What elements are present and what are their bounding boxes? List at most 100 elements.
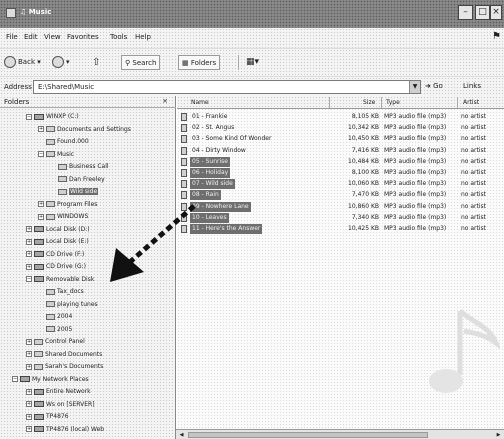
tree-item-label: TP4876 (local) Web: [46, 425, 105, 433]
expand-icon[interactable]: +: [26, 251, 32, 257]
expand-icon[interactable]: +: [26, 413, 32, 420]
tree-item[interactable]: 2005: [38, 325, 72, 335]
tree-item[interactable]: + WINDOWS: [38, 212, 88, 222]
file-artist: no artist: [461, 157, 487, 165]
tree-item[interactable]: + Entire Network: [26, 387, 91, 397]
collapse-icon[interactable]: −: [12, 376, 18, 382]
expand-icon[interactable]: +: [38, 213, 44, 220]
tree-item[interactable]: − Music: [38, 150, 74, 160]
file-name: 03 - Some Kind Of Wonder: [192, 135, 272, 143]
scrollbar-thumb[interactable]: [188, 432, 428, 438]
tree-item[interactable]: + Program Files: [38, 200, 97, 210]
file-row[interactable]: 09 - Nowhere Lane 10,860 KB MP3 audio file…: [177, 201, 504, 212]
tree-item[interactable]: playing tunes: [38, 300, 98, 310]
expand-icon[interactable]: +: [26, 338, 32, 345]
column-separator[interactable]: [329, 97, 330, 108]
file-row[interactable]: 01 - Frankie 8,105 KB MP3 audio file (mp3)…: [177, 112, 504, 122]
views-button[interactable]: ▦▾: [246, 55, 259, 70]
expand-icon[interactable]: +: [26, 351, 32, 357]
file-type: MP3 audio file (mp3): [384, 135, 447, 143]
folder-icon: [46, 201, 55, 207]
tree-item[interactable]: Found.000: [38, 137, 89, 147]
address-bar: Address E:\Shared\Music ▼ ➜ Go Links: [0, 76, 504, 96]
horizontal-scrollbar[interactable]: ◀ ▶: [176, 429, 504, 439]
forward-button[interactable]: ▾: [52, 55, 70, 70]
file-size: 8,105 KB: [351, 113, 379, 120]
tree-item[interactable]: + Sarah's Documents: [26, 362, 103, 372]
folder-icon: [34, 351, 43, 357]
address-input[interactable]: E:\Shared\Music ▼: [33, 80, 421, 94]
file-row[interactable]: 07 - Wild side 10,060 KB MP3 audio file (m…: [177, 179, 504, 190]
expand-icon[interactable]: +: [38, 201, 44, 207]
scroll-left-icon[interactable]: ◀: [177, 431, 186, 439]
column-name[interactable]: Name: [191, 99, 209, 106]
title-bar: ♫ Music – □ ×: [0, 0, 504, 28]
collapse-icon[interactable]: −: [26, 113, 32, 120]
file-row[interactable]: 05 - Sunrise 10,484 KB MP3 audio file (mp3…: [177, 156, 504, 167]
expand-icon[interactable]: +: [26, 426, 32, 432]
tree-item[interactable]: Tax_docs: [38, 287, 84, 297]
drive-icon: [34, 276, 44, 282]
file-row[interactable]: 08 - Rain 7,470 KB MP3 audio file (mp3) no …: [177, 190, 504, 201]
tree-item[interactable]: + Local Disk (D:): [26, 225, 90, 235]
expand-icon[interactable]: +: [26, 263, 32, 270]
tree-item[interactable]: + Ws on [SERVER]: [26, 400, 95, 410]
expand-icon[interactable]: +: [26, 388, 32, 395]
tree-item-label: Program Files: [57, 200, 98, 208]
tree-item[interactable]: − WINXP (C:): [26, 112, 79, 122]
tree-item[interactable]: + CD Drive (F:): [26, 250, 84, 260]
column-artist[interactable]: Artist: [463, 99, 479, 106]
expand-icon[interactable]: +: [26, 363, 32, 370]
column-type[interactable]: Type: [386, 99, 400, 106]
menu-edit[interactable]: Edit: [24, 33, 38, 41]
tree-item[interactable]: Dan Freeley: [50, 175, 105, 185]
menu-view[interactable]: View: [44, 33, 61, 41]
collapse-icon[interactable]: −: [26, 276, 32, 282]
tree-item[interactable]: + TP4876: [26, 412, 69, 422]
folders-button[interactable]: ▦ Folders: [178, 55, 221, 70]
folder-icon: [46, 126, 55, 132]
menu-favorites[interactable]: Favorites: [67, 33, 99, 41]
file-row[interactable]: 02 - St. Angus 10,342 KB MP3 audio file (m…: [177, 123, 504, 133]
back-button[interactable]: Back ▾: [4, 55, 41, 70]
tree-item[interactable]: + Local Disk (E:): [26, 237, 89, 247]
tree-item[interactable]: + Control Panel: [26, 337, 85, 347]
menu-file[interactable]: File: [6, 33, 18, 41]
tree-item[interactable]: + CD Drive (G:): [26, 262, 86, 272]
minimize-button[interactable]: –: [458, 5, 473, 20]
tree-item[interactable]: − My Network Places: [12, 375, 89, 385]
collapse-icon[interactable]: −: [38, 151, 44, 157]
menu-help[interactable]: Help: [135, 33, 151, 41]
file-row[interactable]: 06 - Holiday 8,100 KB MP3 audio file (mp3)…: [177, 168, 504, 178]
expand-icon[interactable]: +: [38, 126, 44, 132]
tree-item[interactable]: 2004: [38, 312, 72, 322]
links-button[interactable]: Links: [463, 82, 481, 90]
file-row[interactable]: 04 - Dirty Window 7,416 KB MP3 audio file …: [177, 146, 504, 156]
tree-item[interactable]: + Shared Documents: [26, 350, 102, 360]
file-row[interactable]: 10 - Leaves 7,340 KB MP3 audio file (mp3) n…: [177, 212, 504, 223]
tree-item[interactable]: Wild side: [50, 187, 99, 197]
close-pane-icon[interactable]: ×: [162, 97, 168, 105]
expand-icon[interactable]: +: [26, 401, 32, 407]
column-separator[interactable]: [381, 97, 382, 108]
tree-item[interactable]: + Documents and Settings: [38, 125, 131, 135]
column-separator[interactable]: [457, 97, 458, 108]
chevron-down-icon[interactable]: ▼: [409, 81, 420, 93]
search-button[interactable]: ⚲ Search: [121, 55, 161, 70]
close-button[interactable]: ×: [490, 5, 502, 20]
file-artist: no artist: [461, 191, 487, 199]
file-row[interactable]: 11 - Here's the Answer 10,425 KB MP3 audio…: [177, 224, 504, 234]
go-button[interactable]: ➜ Go: [425, 82, 443, 90]
up-folder-button[interactable]: ⇧: [92, 55, 100, 70]
tree-item[interactable]: + TP4876 (local) Web: [26, 425, 104, 435]
expand-icon[interactable]: +: [26, 226, 32, 232]
maximize-button[interactable]: □: [475, 5, 490, 20]
file-row[interactable]: 03 - Some Kind Of Wonder 10,450 KB MP3 aud…: [177, 134, 504, 144]
expand-icon[interactable]: +: [26, 238, 32, 245]
tree-item[interactable]: − Removable Disk: [26, 275, 94, 285]
tree-item[interactable]: Business Call: [50, 162, 109, 172]
tree-item-label: Local Disk (D:): [46, 225, 90, 233]
scroll-right-icon[interactable]: ▶: [494, 431, 503, 439]
column-size[interactable]: Size: [363, 99, 375, 106]
menu-tools[interactable]: Tools: [110, 33, 127, 41]
